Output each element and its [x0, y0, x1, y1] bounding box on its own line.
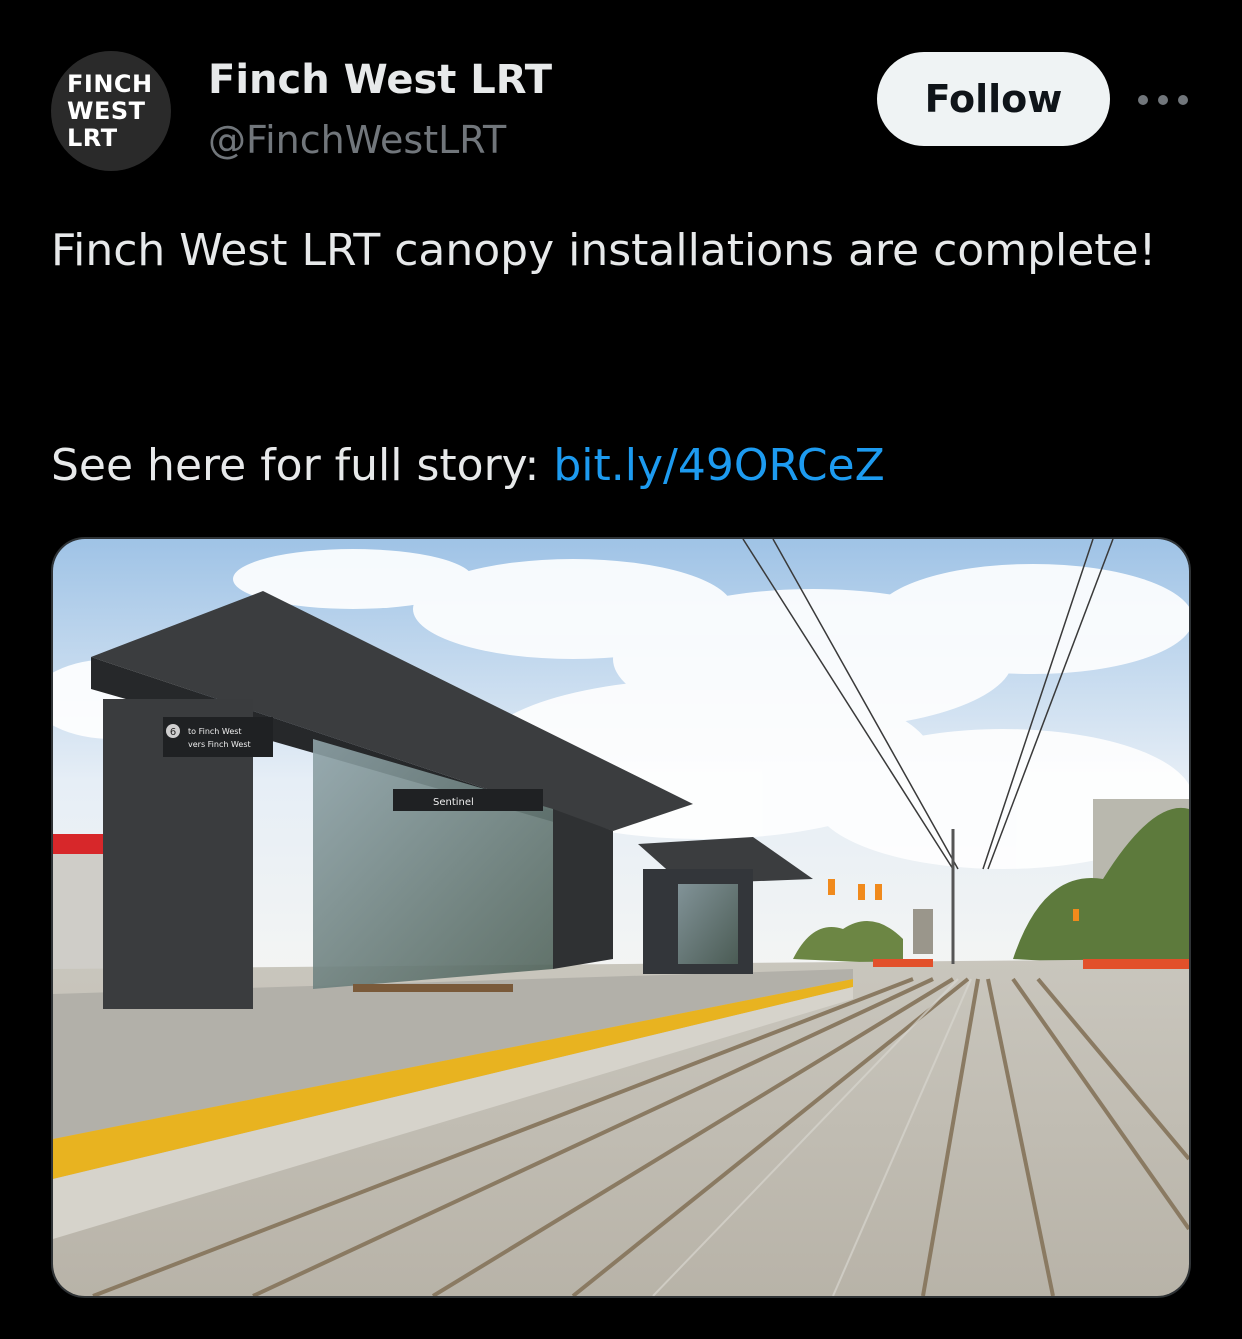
tweet-media-photo[interactable]: 6 to Finch West vers Finch West Sentinel — [51, 537, 1191, 1298]
ellipsis-horizontal-icon[interactable] — [1138, 88, 1188, 112]
platform-number: 6 — [170, 727, 176, 738]
gas-station-canopy — [53, 834, 108, 854]
author-display-name[interactable]: Finch West LRT — [208, 56, 552, 104]
story-prefix: See here for full story: — [51, 440, 540, 491]
second-shelter-glass — [678, 884, 738, 964]
tweet-card[interactable]: FINCH WEST LRT Finch West LRT @FinchWest… — [0, 0, 1242, 1339]
author-handle[interactable]: @FinchWestLRT — [208, 116, 506, 164]
tweet-text: Finch West LRT canopy installations are … — [51, 218, 1191, 284]
sign-direction-fr: vers Finch West — [188, 740, 251, 749]
avatar[interactable]: FINCH WEST LRT — [51, 51, 171, 171]
tweet-story-line: See here for full story: bit.ly/49ORCeZ — [51, 433, 885, 499]
tweet-text-body: Finch West LRT canopy installations are … — [51, 225, 1157, 276]
sign-direction-en: to Finch West — [188, 727, 242, 736]
avatar-text-line-1: FINCH — [67, 69, 153, 98]
shelter-sign-panel — [163, 717, 273, 757]
avatar-text-line-2: WEST — [67, 96, 146, 125]
shelter-back-panel — [553, 809, 613, 969]
station-name: Sentinel — [433, 797, 474, 808]
photo-lrt-station: 6 to Finch West vers Finch West Sentinel — [53, 539, 1189, 1296]
follow-button[interactable]: Follow — [877, 52, 1110, 146]
building-distant — [913, 909, 933, 954]
avatar-text-line-3: LRT — [67, 123, 118, 152]
story-link[interactable]: bit.ly/49ORCeZ — [553, 440, 884, 491]
bench — [353, 984, 513, 992]
